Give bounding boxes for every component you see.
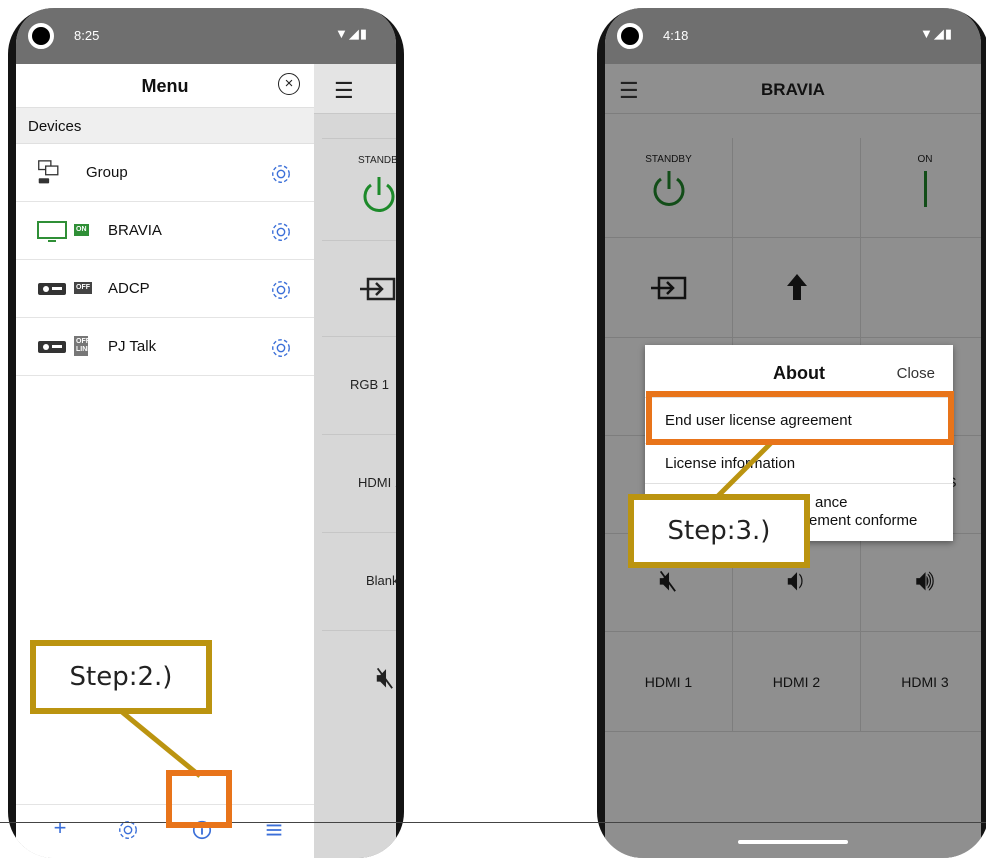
volume-up-button[interactable]: 🔊︎ xyxy=(861,534,981,632)
gear-icon[interactable] xyxy=(270,221,292,243)
device-label: BRAVIA xyxy=(108,222,162,239)
on-label: ON xyxy=(917,154,933,165)
dialog-close-button[interactable]: Close xyxy=(897,365,935,382)
hdmi2-button[interactable]: HDMI 2 xyxy=(733,632,861,732)
drawer-footer: + xyxy=(16,804,314,858)
system-icons: ▼◢▮ xyxy=(334,26,368,41)
on-badge: ON xyxy=(74,224,89,236)
input-icon xyxy=(650,276,686,300)
status-bar: 8:25 ▼◢▮ xyxy=(16,8,396,64)
menu-drawer: Menu × Devices Group ON BRAVIA OFF ADCP … xyxy=(16,64,314,858)
volume-up-icon: 🔊︎ xyxy=(915,564,935,597)
power-icon xyxy=(653,171,684,206)
device-label: PJ Talk xyxy=(108,338,157,355)
device-label: ADCP xyxy=(108,280,150,297)
eula-highlight xyxy=(646,391,954,445)
step3-callout: Step:3.) xyxy=(628,494,810,568)
drawer-title: Menu xyxy=(141,76,189,96)
arrow-up-icon xyxy=(786,274,807,300)
hdmi3-label: HDMI 3 xyxy=(901,674,949,690)
standby-label: STANDBY xyxy=(358,155,396,166)
camera-cutout xyxy=(617,23,643,49)
step2-callout: Step:2.) xyxy=(30,640,212,714)
blank-label: Blank xyxy=(366,573,396,588)
input-icon xyxy=(360,277,396,301)
blank-cell[interactable]: Blank xyxy=(322,532,396,630)
rgb1-cell[interactable]: RGB 1 xyxy=(322,336,396,434)
device-row-pjtalk[interactable]: OFF LINE PJ Talk xyxy=(16,318,314,376)
mute-icon: 🔇︎ xyxy=(376,661,395,694)
about-button-highlight xyxy=(166,770,232,828)
hamburger-icon[interactable]: ☰ xyxy=(334,78,354,104)
hdmi1-button[interactable]: HDMI 1 xyxy=(605,632,733,732)
license-info-item[interactable]: License information xyxy=(645,443,953,483)
power-icon xyxy=(363,177,395,212)
input-cell[interactable] xyxy=(322,240,396,336)
standby-label: STANDBY xyxy=(645,154,692,165)
drawer-header: Menu × xyxy=(16,64,314,108)
hdmi1-label: HDMI 1 xyxy=(358,475,396,490)
device-label: Group xyxy=(86,164,128,181)
projector-icon xyxy=(38,283,66,295)
devices-section-header: Devices xyxy=(16,108,314,144)
gear-icon[interactable] xyxy=(270,337,292,359)
left-phone: 8:25 ▼◢▮ ☰ STANDBY xyxy=(8,8,404,858)
standby-cell[interactable]: STANDBY xyxy=(322,138,396,240)
standby-button[interactable]: STANDBY xyxy=(605,138,733,238)
settings-button[interactable] xyxy=(108,813,148,847)
volume-down-icon: 🔉︎ xyxy=(787,564,806,597)
empty-cell xyxy=(861,238,981,338)
off-badge: OFF xyxy=(74,282,92,294)
gear-icon[interactable] xyxy=(270,279,292,301)
status-time: 8:25 xyxy=(74,28,100,43)
empty-cell xyxy=(733,138,861,238)
up-button[interactable] xyxy=(733,238,861,338)
hdmi2-label: HDMI 2 xyxy=(772,674,821,690)
home-indicator xyxy=(151,840,261,844)
status-bar: 4:18 ▼◢▮ xyxy=(605,8,981,64)
home-indicator xyxy=(738,840,848,844)
projector-icon xyxy=(38,341,66,353)
close-icon[interactable]: × xyxy=(278,73,300,95)
add-device-button[interactable]: + xyxy=(40,813,80,847)
app-header: ☰ BRAVIA xyxy=(605,64,981,114)
group-icon xyxy=(38,160,59,184)
input-button[interactable] xyxy=(605,238,733,338)
on-button[interactable]: ON xyxy=(861,138,981,238)
baseline-divider xyxy=(0,822,986,823)
hdmi3-button[interactable]: HDMI 3 xyxy=(861,632,981,732)
left-screen: 8:25 ▼◢▮ ☰ STANDBY xyxy=(16,8,396,858)
device-row-adcp[interactable]: OFF ADCP xyxy=(16,260,314,318)
on-bar-icon xyxy=(923,171,927,207)
camera-cutout xyxy=(28,23,54,49)
offline-badge: OFF LINE xyxy=(74,336,92,356)
hdmi1-label: HDMI 1 xyxy=(644,674,693,690)
system-icons: ▼◢▮ xyxy=(919,26,953,41)
app-title: BRAVIA xyxy=(761,80,825,99)
mute-icon: 🔇︎ xyxy=(659,564,678,597)
device-row-bravia[interactable]: ON BRAVIA xyxy=(16,202,314,260)
gear-icon[interactable] xyxy=(270,163,292,185)
status-time: 4:18 xyxy=(663,28,689,43)
device-row-group[interactable]: Group xyxy=(16,144,314,202)
mute-cell[interactable]: 🔇︎ xyxy=(322,630,396,730)
tv-icon xyxy=(37,221,67,242)
rgb1-label: RGB 1 xyxy=(350,377,390,392)
hdmi1-cell[interactable]: HDMI 1 xyxy=(322,434,396,532)
